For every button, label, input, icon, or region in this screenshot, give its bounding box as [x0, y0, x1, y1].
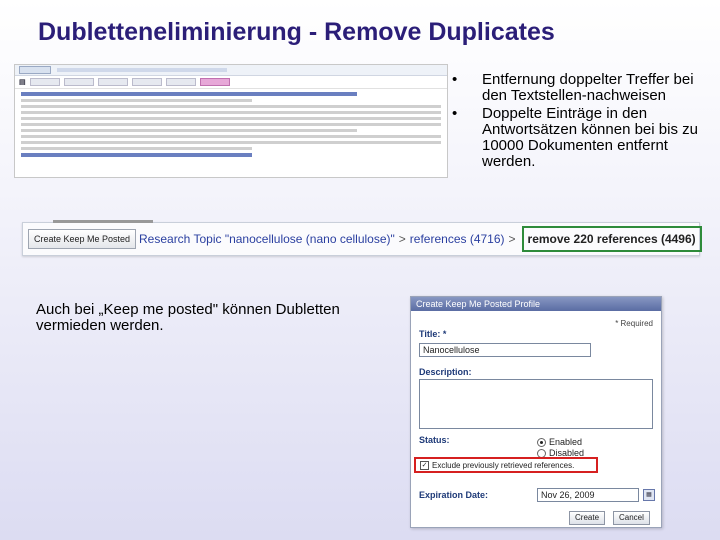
exclude-retrieved-label: Exclude previously retrieved references. [432, 460, 575, 470]
create-button[interactable]: Create [569, 511, 606, 525]
mini-breadcrumb [57, 68, 227, 72]
bullet-item: • Entfernung doppelter Treffer bei den Te… [446, 72, 712, 104]
bullet-text: Entfernung doppelter Treffer bei den Tex… [482, 71, 694, 104]
bullet-item: • Doppelte Einträge in den Antwortsätzen … [446, 106, 712, 170]
breadcrumb-strip: Create Keep Me Posted Research Topic "na… [22, 220, 702, 256]
description-label: Description: [419, 367, 472, 377]
status-label: Status: [419, 435, 450, 445]
mini-tool-button [97, 78, 128, 86]
title-label: Title: * [419, 329, 447, 339]
mini-tool-button [131, 78, 162, 86]
dialog-title: Create Keep Me Posted Profile [411, 297, 661, 311]
bullet-list: • Entfernung doppelter Treffer bei den Te… [446, 72, 712, 172]
bullet-text: Doppelte Einträge in den Antwortsätzen k… [482, 105, 698, 170]
expiration-date-label: Expiration Date: [419, 490, 489, 500]
mini-tool-button [29, 78, 60, 86]
required-note: * Required [615, 319, 653, 328]
expiration-date-input[interactable]: Nov 26, 2009 [537, 488, 639, 502]
checkbox-checked-icon: ✓ [420, 460, 429, 470]
mini-toolbar: ▤ [15, 76, 447, 89]
breadcrumb-topic-link[interactable]: Research Topic "nanocellulose (nano cell… [139, 232, 395, 246]
status-enabled-radio[interactable]: Enabled [537, 437, 582, 447]
breadcrumb-separator: > [398, 232, 406, 246]
mini-tool-button [165, 78, 196, 86]
breadcrumb: Research Topic "nanocellulose (nano cell… [139, 223, 702, 255]
mini-result-row [21, 92, 441, 157]
description-textarea[interactable] [419, 379, 653, 429]
keep-me-posted-text: Auch bei „Keep me posted" können Dublett… [36, 301, 340, 334]
exclude-retrieved-checkbox[interactable]: ✓ Exclude previously retrieved reference… [414, 457, 598, 473]
title-input[interactable]: Nanocellulose [419, 343, 591, 357]
mini-references-heading: ▤ [19, 79, 26, 86]
breadcrumb-remove-duplicates: remove 220 references (4496) [521, 226, 702, 252]
breadcrumb-references-link[interactable]: references (4716) [410, 232, 505, 246]
mini-navbar [15, 65, 447, 76]
mini-tool-button [63, 78, 94, 86]
keep-me-posted-dialog: Create Keep Me Posted Profile * Required… [410, 296, 662, 528]
slide-title: Dubletteneliminierung - Remove Duplicate… [38, 18, 555, 46]
bullet-dot: • [452, 71, 458, 88]
create-keep-me-posted-button[interactable]: Create Keep Me Posted [28, 229, 137, 249]
radio-selected-icon [537, 437, 546, 447]
bullet-dot: • [452, 105, 458, 122]
mini-tab [19, 66, 51, 74]
status-enabled-label: Enabled [549, 437, 583, 447]
cancel-button[interactable]: Cancel [613, 511, 650, 525]
mini-remove-duplicates-button [199, 78, 230, 86]
breadcrumb-separator: > [508, 232, 516, 246]
results-screenshot: ▤ [14, 64, 448, 178]
calendar-icon[interactable]: ▦ [643, 489, 655, 501]
